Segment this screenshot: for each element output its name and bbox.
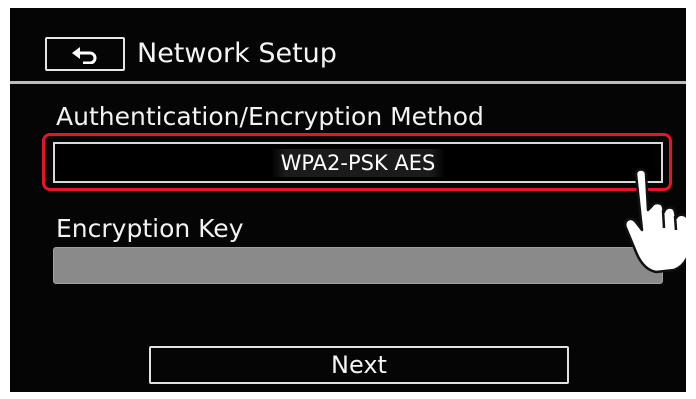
auth-method-value: WPA2-PSK AES [270,148,446,177]
back-button[interactable] [45,37,125,71]
auth-method-label: Authentication/Encryption Method [56,102,484,131]
return-arrow-icon [71,44,99,64]
next-button[interactable]: Next [149,346,569,384]
network-setup-screen: Network Setup Authentication/Encryption … [10,8,686,392]
header-divider [10,81,686,84]
auth-method-field[interactable]: WPA2-PSK AES [53,142,663,183]
pointing-hand-icon [622,166,686,276]
encryption-key-field[interactable] [53,247,663,284]
header: Network Setup [10,8,686,81]
encryption-key-label: Encryption Key [56,214,244,243]
page-title: Network Setup [137,38,337,69]
